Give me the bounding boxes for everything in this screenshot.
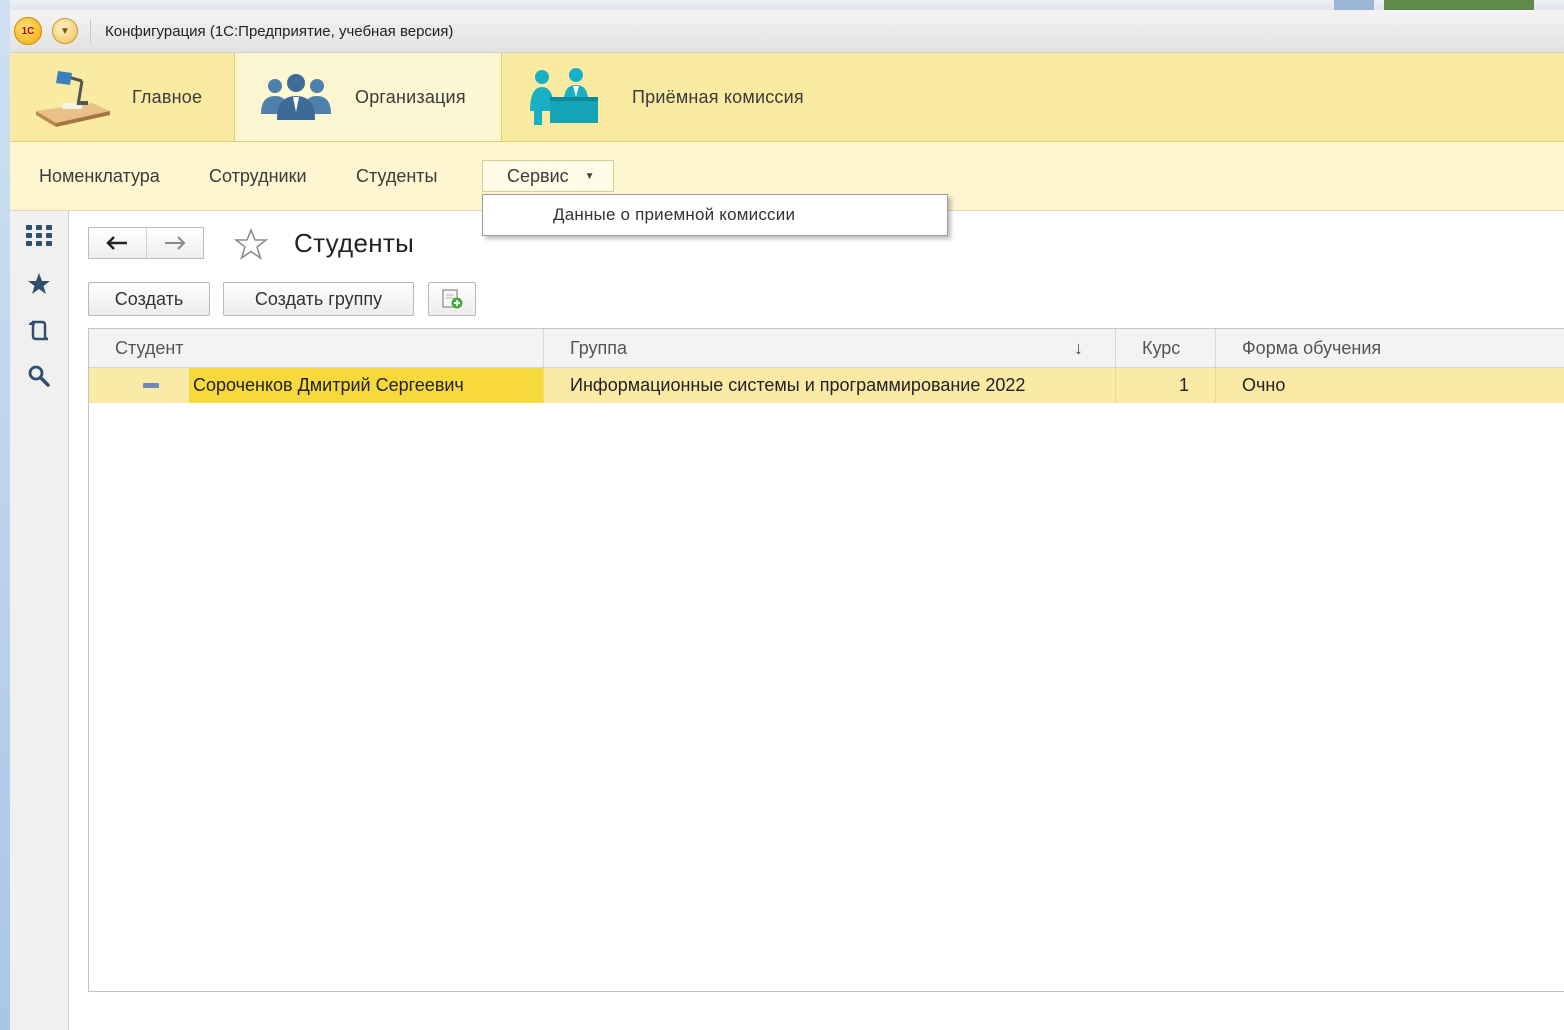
command-nomenclature[interactable]: Номенклатура (39, 166, 160, 187)
history-icon[interactable] (24, 315, 54, 345)
navigation-buttons (88, 227, 204, 259)
command-students[interactable]: Студенты (356, 166, 437, 187)
caret-down-icon: ▼ (584, 170, 595, 182)
cell-course[interactable]: 1 (1115, 368, 1215, 403)
sort-arrow-icon: ↓ (1074, 337, 1083, 358)
search-icon[interactable] (24, 361, 54, 391)
cell-study-form[interactable]: Очно (1215, 368, 1564, 403)
1c-logo-icon[interactable]: 1С (14, 17, 42, 45)
title-bar: 1С ▼ Конфигурация (1С:Предприятие, учебн… (10, 10, 1564, 53)
create-button[interactable]: Создать (88, 282, 210, 316)
section-admission[interactable]: Приёмная комиссия (500, 53, 860, 141)
command-employees[interactable]: Сотрудники (209, 166, 307, 187)
main-menu-icon[interactable]: ▼ (52, 18, 78, 44)
create-group-button[interactable]: Создать группу (223, 282, 414, 316)
column-header-study-form[interactable]: Форма обучения (1215, 329, 1564, 367)
service-dropdown: Данные о приемной комиссии (482, 194, 948, 236)
favorite-star-icon[interactable] (232, 228, 270, 260)
section-organization[interactable]: Организация (234, 53, 502, 141)
copy-document-icon (442, 289, 463, 309)
column-header-student[interactable]: Студент (89, 329, 543, 367)
table-header: Студент Группа ↓ Курс Форма обучения (89, 329, 1564, 368)
cell-student[interactable]: Сороченков Дмитрий Сергеевич (189, 368, 543, 403)
item-marker-icon (143, 383, 159, 388)
section-main[interactable]: Главное (10, 53, 234, 141)
table-row[interactable]: Сороченков Дмитрий Сергеевич Информацион… (89, 368, 1564, 403)
column-header-course[interactable]: Курс (1115, 329, 1215, 367)
column-header-group[interactable]: Группа ↓ (543, 329, 1115, 367)
cell-group[interactable]: Информационные системы и программировани… (543, 368, 1115, 403)
service-menu-button[interactable]: Сервис ▼ (482, 160, 614, 192)
reception-desk-icon (530, 68, 598, 125)
arrow-left-icon (106, 236, 128, 250)
left-tools-panel (10, 211, 69, 1030)
desktop-edge (0, 0, 10, 1030)
copy-button[interactable] (428, 282, 476, 316)
section-label: Главное (132, 86, 203, 107)
column-header-label: Группа (570, 337, 628, 358)
apps-grid-icon[interactable] (24, 221, 54, 251)
arrow-right-icon (164, 236, 186, 250)
sections-panel: Главное Организация Приёмная комиссия (10, 53, 1564, 142)
desk-lamp-icon (36, 71, 110, 127)
page-title: Студенты (294, 228, 415, 258)
back-button[interactable] (89, 228, 146, 258)
students-table: Студент Группа ↓ Курс Форма обучения Сор… (88, 328, 1564, 992)
people-group-icon (261, 74, 331, 120)
section-label: Организация (355, 86, 466, 107)
section-label: Приёмная комиссия (632, 86, 804, 107)
dropdown-item-admission-data[interactable]: Данные о приемной комиссии (553, 205, 795, 225)
favorites-star-icon[interactable] (24, 269, 54, 299)
forward-button[interactable] (145, 228, 204, 258)
window-title: Конфигурация (1С:Предприятие, учебная ве… (105, 22, 454, 40)
service-menu-label: Сервис (507, 165, 569, 186)
